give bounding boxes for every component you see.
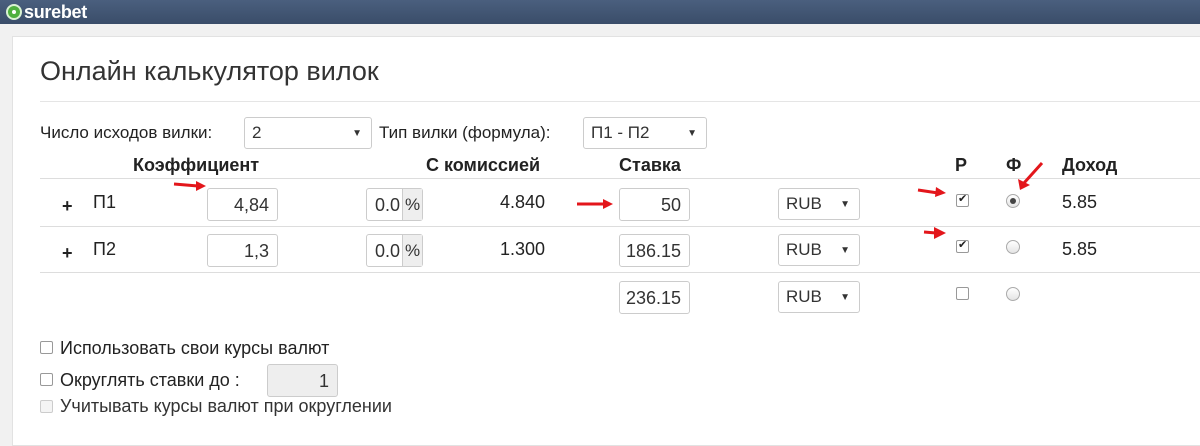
header-r: Р bbox=[955, 155, 968, 175]
round-stakes-checkbox[interactable] bbox=[40, 373, 53, 386]
row-label: П2 bbox=[93, 239, 116, 259]
r-checkbox[interactable] bbox=[956, 192, 969, 207]
header-coefficient: Коэффициент bbox=[133, 155, 260, 175]
f-radio[interactable] bbox=[1006, 240, 1020, 254]
caret-down-icon: ▼ bbox=[840, 292, 850, 303]
consider-rates-label: Учитывать курсы валют при округлении bbox=[60, 396, 392, 416]
income-value: 5.85 bbox=[1062, 239, 1098, 259]
annotation-arrow-icon bbox=[917, 187, 946, 197]
total-stake-input[interactable]: 236.15 bbox=[619, 281, 690, 314]
caret-down-icon: ▼ bbox=[687, 128, 697, 139]
row-label: П1 bbox=[93, 192, 116, 212]
consider-rates-checkbox[interactable] bbox=[40, 400, 53, 413]
percent-addon: % bbox=[402, 189, 422, 220]
fork-type-select[interactable]: П1 - П2 ▼ bbox=[583, 117, 707, 149]
outcomes-select[interactable]: 2 ▼ bbox=[244, 117, 372, 149]
annotation-arrow-icon bbox=[923, 227, 946, 239]
r-checkbox[interactable] bbox=[956, 238, 969, 253]
expand-row-button[interactable]: + bbox=[62, 243, 73, 264]
title-divider bbox=[40, 101, 1200, 102]
round-value-input[interactable]: 1 bbox=[267, 364, 338, 397]
coefficient-with-commission: 4.840 bbox=[500, 192, 546, 212]
round-stakes-label: Округлять ставки до : bbox=[60, 370, 240, 390]
f-radio[interactable] bbox=[1006, 194, 1020, 208]
own-rates-label: Использовать свои курсы валют bbox=[60, 338, 330, 358]
commission-input[interactable]: 0.0 % bbox=[366, 188, 423, 221]
total-currency-select[interactable]: RUB ▼ bbox=[778, 281, 860, 313]
top-navbar: surebet bbox=[0, 0, 1200, 24]
commission-value: 0.0 bbox=[374, 241, 400, 261]
caret-down-icon: ▼ bbox=[840, 199, 850, 210]
own-rates-checkbox[interactable] bbox=[40, 341, 53, 354]
coefficient-input[interactable]: 1,3 bbox=[207, 234, 278, 267]
row-divider bbox=[40, 272, 1200, 273]
header-income: Доход bbox=[1062, 155, 1118, 175]
fork-type-label: Тип вилки (формула): bbox=[379, 123, 551, 142]
caret-down-icon: ▼ bbox=[352, 128, 362, 139]
percent-addon: % bbox=[402, 235, 422, 266]
outcomes-select-value: 2 bbox=[252, 123, 262, 142]
annotation-arrow-icon bbox=[1018, 161, 1044, 190]
row-divider bbox=[40, 226, 1200, 227]
currency-select[interactable]: RUB ▼ bbox=[778, 188, 860, 220]
brand-name: surebet bbox=[24, 1, 87, 22]
income-value: 5.85 bbox=[1062, 192, 1098, 212]
caret-down-icon: ▼ bbox=[840, 245, 850, 256]
currency-value: RUB bbox=[786, 240, 822, 259]
commission-value: 0.0 bbox=[374, 195, 400, 215]
annotation-arrow-icon bbox=[173, 181, 206, 191]
brand-logo[interactable]: surebet bbox=[6, 0, 87, 24]
coefficient-with-commission: 1.300 bbox=[500, 239, 546, 259]
commission-input[interactable]: 0.0 % bbox=[366, 234, 423, 267]
stake-input[interactable]: 50 bbox=[619, 188, 690, 221]
total-f-radio[interactable] bbox=[1006, 287, 1020, 301]
stake-input[interactable]: 186.15 bbox=[619, 234, 690, 267]
expand-row-button[interactable]: + bbox=[62, 196, 73, 217]
annotation-arrow-icon bbox=[577, 199, 613, 209]
fork-type-select-value: П1 - П2 bbox=[591, 123, 650, 142]
outcomes-label: Число исходов вилки: bbox=[40, 123, 213, 142]
currency-select[interactable]: RUB ▼ bbox=[778, 234, 860, 266]
currency-value: RUB bbox=[786, 287, 822, 306]
surebet-logo-icon bbox=[6, 4, 22, 20]
header-with-commission: С комиссией bbox=[426, 155, 541, 175]
coefficient-input[interactable]: 4,84 bbox=[207, 188, 278, 221]
total-r-checkbox[interactable] bbox=[956, 287, 969, 300]
page-title: Онлайн калькулятор вилок bbox=[40, 56, 379, 86]
currency-value: RUB bbox=[786, 194, 822, 213]
header-stake: Ставка bbox=[619, 155, 681, 175]
